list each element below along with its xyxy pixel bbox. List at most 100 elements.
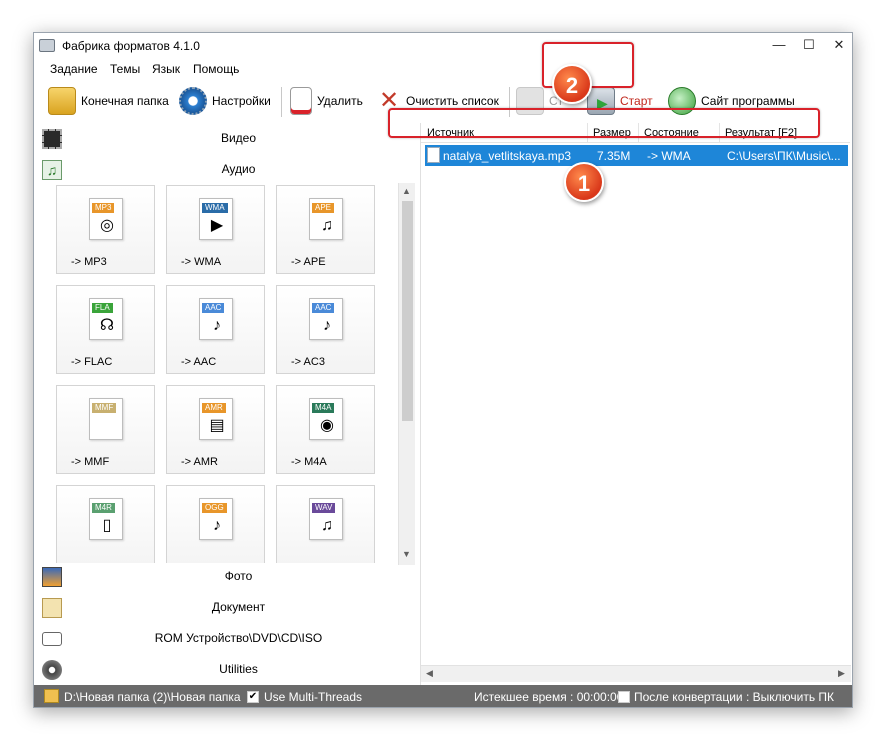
menu-help[interactable]: Помощь: [193, 62, 239, 76]
category-utilities[interactable]: Utilities: [34, 654, 417, 684]
gear-icon: [179, 87, 207, 115]
category-audio-label: Аудио: [221, 162, 256, 176]
clear-list-label: Очистить список: [406, 94, 499, 108]
format-tile[interactable]: APE ♫ -> APE: [276, 185, 375, 274]
format-file-icon: FLA ☊: [89, 298, 123, 340]
format-tile[interactable]: AMR ▤ -> AMR: [166, 385, 265, 474]
app-icon: [39, 39, 55, 52]
title-bar: Фабрика форматов 4.1.0 — ☐ ✕: [34, 33, 852, 59]
scroll-down-icon[interactable]: ▼: [402, 549, 411, 559]
scroll-right-icon[interactable]: ▶: [838, 668, 845, 679]
category-rom[interactable]: ROM Устройство\DVD\CD\ISO: [34, 623, 417, 653]
audio-format-grid: MP3 ◎ -> MP3 WMA ▶ -> WMA APE ♫ -> APE FLA ☊ -> FLA…: [36, 185, 417, 563]
format-tag: APE: [312, 203, 335, 213]
close-button[interactable]: ✕: [827, 36, 851, 54]
format-tag: OGG: [202, 503, 227, 513]
step-badge-2: 2: [552, 64, 592, 104]
format-glyph-icon: ♪: [213, 517, 221, 534]
format-label: -> WMA: [181, 256, 222, 268]
format-tag: FLA: [92, 303, 113, 313]
format-label: -> APE: [291, 256, 326, 268]
format-glyph-icon: [96, 415, 118, 437]
format-tile[interactable]: WMA ▶ -> WMA: [166, 185, 265, 274]
settings-label: Настройки: [212, 94, 271, 108]
category-photo-label: Фото: [224, 569, 253, 583]
toolbar-separator: [281, 87, 282, 117]
format-file-icon: M4A ◉: [309, 398, 343, 440]
format-glyph-icon: ♪: [213, 317, 221, 334]
format-tile[interactable]: OGG ♪: [166, 485, 265, 563]
file-list-hscrollbar[interactable]: ◀ ▶: [421, 665, 851, 682]
format-file-icon: AMR ▤: [199, 398, 233, 440]
format-glyph-icon: ▯: [102, 517, 112, 534]
file-result: C:\Users\ПК\Music\...: [727, 149, 841, 163]
format-tag: M4R: [92, 503, 115, 513]
scroll-thumb[interactable]: [402, 201, 413, 421]
category-document-label: Документ: [211, 600, 266, 614]
format-label: -> M4A: [291, 456, 327, 468]
menu-language[interactable]: Язык: [152, 62, 180, 76]
website-label: Сайт программы: [701, 94, 795, 108]
format-tag: WMA: [202, 203, 228, 213]
category-document[interactable]: Документ: [34, 592, 417, 622]
format-glyph-icon: ☊: [99, 317, 115, 334]
category-photo[interactable]: Фото: [34, 561, 417, 591]
format-tile[interactable]: MMF -> MMF: [56, 385, 155, 474]
start-label: Старт: [620, 94, 653, 108]
output-path: D:\Новая папка (2)\Новая папка: [64, 690, 241, 704]
format-tag: AAC: [312, 303, 335, 313]
category-utilities-label: Utilities: [219, 662, 258, 676]
delete-doc-icon: [290, 87, 312, 115]
file-size: 7.35M: [597, 149, 631, 163]
format-label: -> AC3: [291, 356, 325, 368]
delete-button[interactable]: Удалить: [290, 85, 363, 117]
format-label: -> AMR: [181, 456, 218, 468]
output-folder-button[interactable]: Конечная папка: [48, 85, 169, 117]
format-tile[interactable]: MP3 ◎ -> MP3: [56, 185, 155, 274]
format-tile[interactable]: AAC ♪ -> AC3: [276, 285, 375, 374]
file-state: -> WMA: [647, 149, 691, 163]
category-video[interactable]: Видео: [34, 123, 417, 153]
settings-button[interactable]: Настройки: [179, 85, 271, 117]
after-convert-checkbox[interactable]: [618, 691, 630, 703]
format-tile[interactable]: M4A ◉ -> M4A: [276, 385, 375, 474]
minimize-button[interactable]: —: [767, 36, 791, 54]
menu-themes[interactable]: Темы: [110, 62, 140, 76]
format-scrollbar[interactable]: ▲ ▼: [398, 183, 415, 565]
format-label: -> AAC: [181, 356, 217, 368]
scroll-left-icon[interactable]: ◀: [426, 668, 433, 679]
maximize-button[interactable]: ☐: [797, 36, 821, 54]
multithreads-checkbox[interactable]: ✔: [247, 691, 259, 703]
scroll-up-icon[interactable]: ▲: [402, 186, 411, 196]
format-label: -> FLAC: [71, 356, 113, 368]
after-convert-label: После конвертации : Выключить ПК: [634, 690, 835, 704]
format-file-icon: WAV ♫: [309, 498, 343, 540]
format-file-icon: OGG ♪: [199, 498, 233, 540]
format-tile[interactable]: M4R ▯: [56, 485, 155, 563]
file-row-highlight-box: [388, 108, 820, 138]
elapsed-time: Истекшее время : 00:00:00: [474, 690, 624, 704]
format-tag: M4A: [312, 403, 335, 413]
file-row[interactable]: natalya_vetlitskaya.mp3 7.35M -> WMA C:\…: [425, 145, 848, 166]
output-folder-label: Конечная папка: [81, 94, 169, 108]
file-list-panel: Источник Размер Состояние Результат [F2]…: [420, 123, 851, 685]
category-video-label: Видео: [220, 131, 257, 145]
menu-task[interactable]: Задание: [50, 62, 98, 76]
format-tile[interactable]: FLA ☊ -> FLAC: [56, 285, 155, 374]
delete-label: Удалить: [317, 94, 363, 108]
format-file-icon: WMA ▶: [199, 198, 233, 240]
folder-icon[interactable]: [44, 689, 59, 703]
category-audio[interactable]: ♫ Аудио: [34, 154, 417, 184]
format-glyph-icon: ◎: [100, 217, 114, 234]
format-tag: WAV: [312, 503, 336, 513]
folder-icon: [48, 87, 76, 115]
format-tile[interactable]: WAV ♫: [276, 485, 375, 563]
format-label: -> MMF: [71, 456, 110, 468]
format-tag: AAC: [202, 303, 225, 313]
window-title: Фабрика форматов 4.1.0: [62, 39, 200, 53]
format-tile[interactable]: AAC ♪ -> AAC: [166, 285, 265, 374]
menu-bar: Задание Темы Язык Помощь: [34, 59, 852, 79]
format-file-icon: AAC ♪: [309, 298, 343, 340]
format-file-icon: MMF: [89, 398, 123, 440]
format-glyph-icon: ♫: [321, 517, 333, 534]
